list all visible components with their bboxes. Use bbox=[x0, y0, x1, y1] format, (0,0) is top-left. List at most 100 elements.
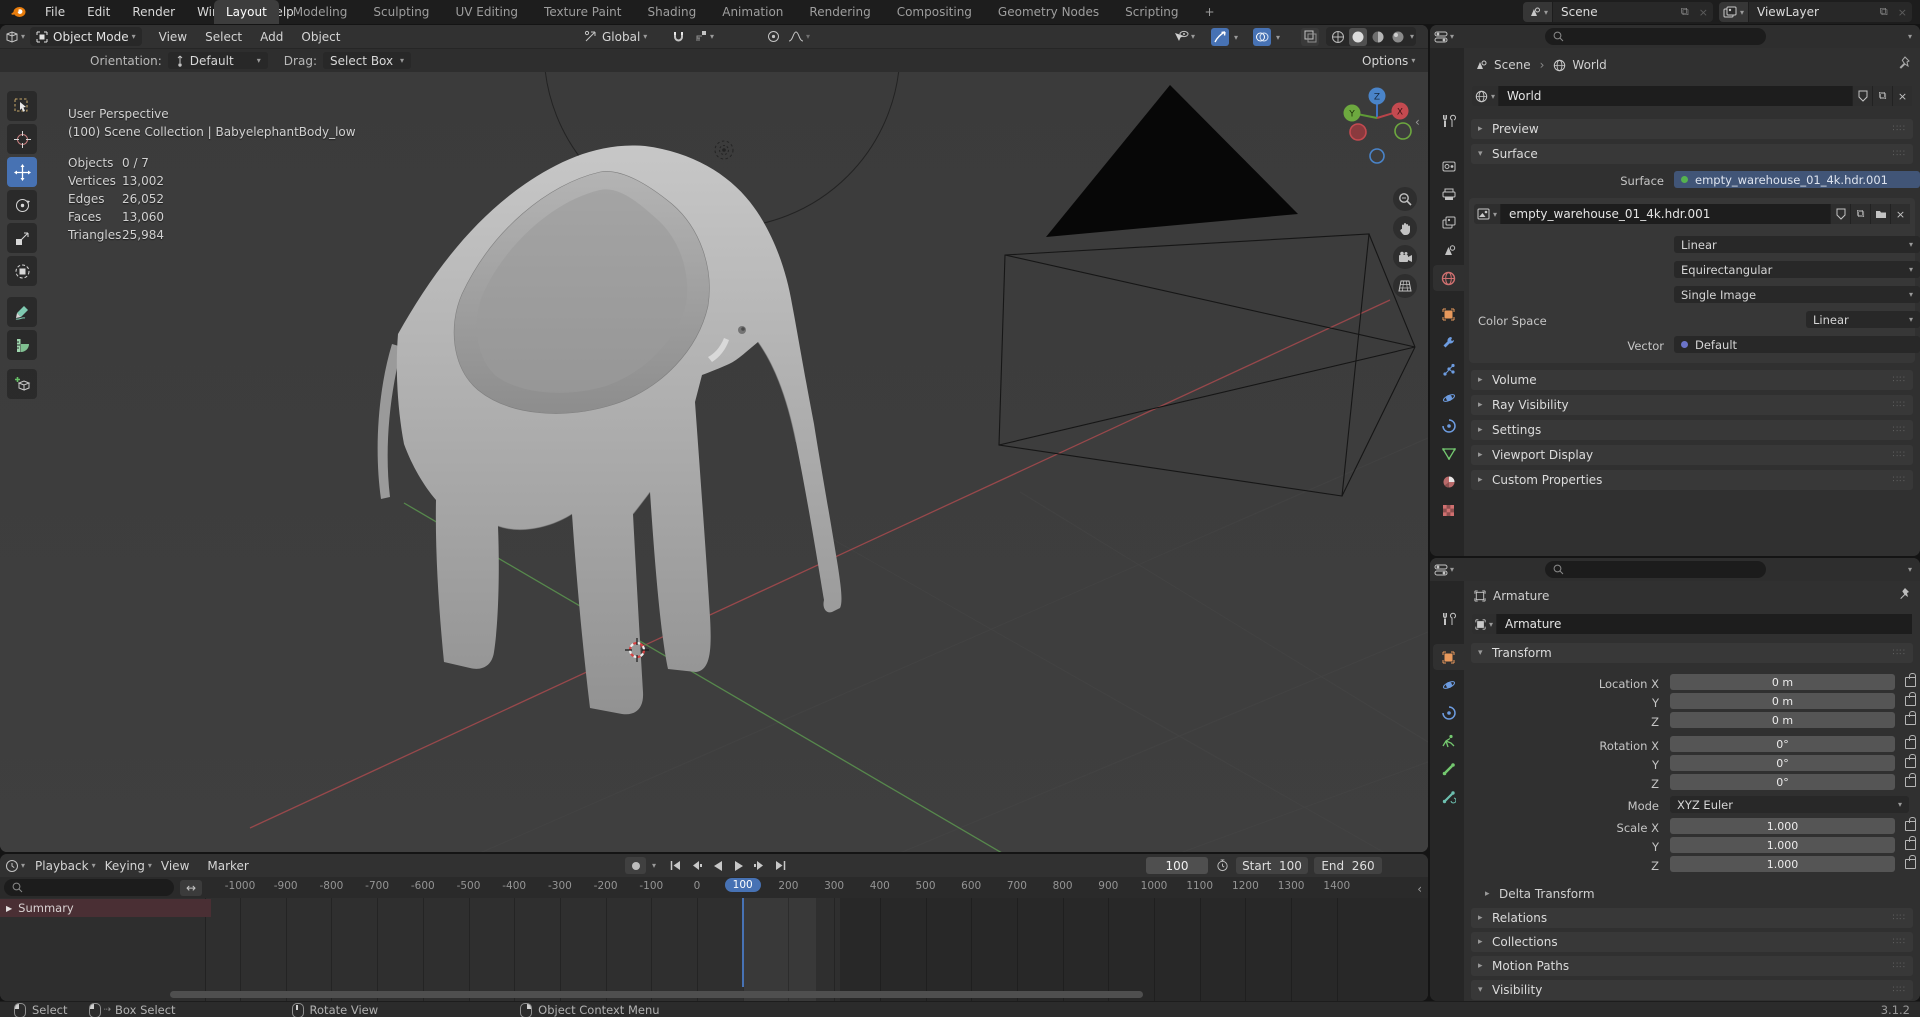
world-datablock-icon[interactable]: ▾ bbox=[1472, 86, 1500, 106]
ruler-tick[interactable]: 1100 bbox=[1186, 880, 1213, 892]
current-frame-field[interactable]: 100 bbox=[1146, 857, 1208, 874]
ruler-tick[interactable]: 0 bbox=[694, 880, 701, 892]
play-reverse-button[interactable] bbox=[707, 857, 728, 874]
tool-add-cube[interactable] bbox=[7, 369, 37, 399]
viewlayer-icon[interactable]: ▾ bbox=[1719, 2, 1750, 22]
proportional-falloff-dropdown[interactable]: ▾ bbox=[788, 28, 810, 46]
tab-bone[interactable] bbox=[1433, 756, 1464, 782]
panel-ray-visibility[interactable]: ▸ Ray Visibility ∷∷ bbox=[1471, 395, 1913, 415]
camera-view-icon[interactable] bbox=[1393, 245, 1417, 269]
shading-material-button[interactable] bbox=[1369, 28, 1387, 46]
tool-annotate[interactable] bbox=[7, 297, 37, 327]
panel-collections[interactable]: ▸ Collections ∷∷ bbox=[1471, 932, 1913, 952]
gizmo-y-neg-axis[interactable] bbox=[1394, 122, 1412, 140]
tab-render[interactable] bbox=[1433, 153, 1464, 179]
ruler-tick[interactable]: -700 bbox=[365, 880, 389, 892]
location-z-field[interactable]: 0 m bbox=[1670, 712, 1895, 728]
tab-scripting[interactable]: Scripting bbox=[1113, 0, 1190, 24]
lock-icon[interactable] bbox=[1905, 855, 1916, 869]
viewlayer-selector[interactable]: ▾ ViewLayer ⧉ × bbox=[1719, 2, 1912, 22]
breadcrumb-scene[interactable]: Scene bbox=[1494, 58, 1531, 72]
object-name-field[interactable]: Armature bbox=[1497, 614, 1912, 634]
tool-rotate[interactable] bbox=[7, 190, 37, 220]
frame-start-field[interactable]: Start 100 bbox=[1236, 857, 1308, 874]
mode-selector[interactable]: Object Mode ▾ bbox=[30, 27, 142, 46]
ruler-tick[interactable]: -500 bbox=[457, 880, 481, 892]
object-datablock-icon[interactable]: ▾ bbox=[1472, 614, 1498, 634]
unlink-icon[interactable]: × bbox=[1892, 86, 1912, 106]
lock-icon[interactable] bbox=[1905, 773, 1916, 787]
ruler-tick[interactable]: -900 bbox=[274, 880, 298, 892]
viewport-menu-select[interactable]: Select bbox=[196, 30, 251, 44]
pan-hand-icon[interactable] bbox=[1393, 216, 1417, 240]
panel-volume[interactable]: ▸ Volume ∷∷ bbox=[1471, 370, 1913, 390]
rotation-z-field[interactable]: 0° bbox=[1670, 774, 1895, 790]
panel-settings[interactable]: ▸ Settings ∷∷ bbox=[1471, 420, 1913, 440]
show-overlays-toggle[interactable] bbox=[1253, 27, 1271, 46]
tab-tool[interactable] bbox=[1433, 108, 1464, 134]
ruler-tick[interactable]: -800 bbox=[319, 880, 343, 892]
tool-transform[interactable] bbox=[7, 256, 37, 286]
panel-visibility[interactable]: ▾ Visibility ∷∷ bbox=[1471, 980, 1913, 1000]
world-name-field[interactable]: World bbox=[1499, 86, 1852, 106]
shading-wireframe-button[interactable] bbox=[1329, 28, 1347, 46]
tab-object[interactable] bbox=[1433, 301, 1464, 327]
viewport-menu-add[interactable]: Add bbox=[251, 30, 292, 44]
frame-end-field[interactable]: End 260 bbox=[1314, 857, 1382, 874]
viewport-menu-view[interactable]: View bbox=[150, 30, 196, 44]
jump-next-keyframe-button[interactable] bbox=[749, 857, 770, 874]
tab-physics[interactable] bbox=[1433, 385, 1464, 411]
color-space-dropdown[interactable]: Linear ▾ bbox=[1806, 311, 1920, 328]
pin-icon[interactable] bbox=[1898, 56, 1910, 69]
surface-shader-field[interactable]: empty_warehouse_01_4k.hdr.001 bbox=[1674, 171, 1920, 188]
image-datablock-icon[interactable]: ▾ bbox=[1474, 204, 1502, 224]
viewport-canvas[interactable] bbox=[0, 72, 1428, 852]
scale-y-field[interactable]: 1.000 bbox=[1670, 837, 1895, 853]
ruler-tick[interactable]: 400 bbox=[870, 880, 890, 892]
blender-logo-icon[interactable] bbox=[0, 0, 34, 24]
scale-z-field[interactable]: 1.000 bbox=[1670, 856, 1895, 872]
breadcrumb-world[interactable]: World bbox=[1572, 58, 1606, 72]
snap-magnet-icon[interactable] bbox=[669, 28, 687, 46]
ruler-tick[interactable]: 500 bbox=[915, 880, 935, 892]
ruler-tick[interactable]: -100 bbox=[639, 880, 663, 892]
tool-scale[interactable] bbox=[7, 223, 37, 253]
lock-icon[interactable] bbox=[1905, 735, 1916, 749]
tab-bone-constraints[interactable] bbox=[1433, 784, 1464, 810]
tab-tool[interactable] bbox=[1433, 606, 1464, 632]
ruler-tick[interactable]: -400 bbox=[502, 880, 526, 892]
shading-rendered-button[interactable] bbox=[1389, 28, 1407, 46]
xray-toggle[interactable] bbox=[1301, 27, 1319, 46]
tab-animation[interactable]: Animation bbox=[710, 0, 795, 24]
tab-sculpting[interactable]: Sculpting bbox=[361, 0, 441, 24]
ortho-toggle-icon[interactable] bbox=[1393, 274, 1417, 298]
ruler-tick[interactable]: 900 bbox=[1098, 880, 1118, 892]
tab-geometry-nodes[interactable]: Geometry Nodes bbox=[986, 0, 1111, 24]
tab-uv-editing[interactable]: UV Editing bbox=[443, 0, 530, 24]
ruler-tick[interactable]: 100 bbox=[724, 878, 761, 892]
timeline-collapse-icon[interactable]: ‹ bbox=[1417, 882, 1422, 896]
ruler-tick[interactable]: 1200 bbox=[1232, 880, 1259, 892]
tab-world[interactable] bbox=[1433, 265, 1464, 291]
rotation-x-field[interactable]: 0° bbox=[1670, 736, 1895, 752]
tab-compositing[interactable]: Compositing bbox=[885, 0, 984, 24]
scene-selector[interactable]: ▾ Scene ⧉ × bbox=[1523, 2, 1713, 22]
copy-icon[interactable]: ⧉ bbox=[1676, 5, 1694, 19]
menu-edit[interactable]: Edit bbox=[76, 0, 121, 24]
open-folder-icon[interactable] bbox=[1870, 204, 1890, 224]
tool-select-box[interactable] bbox=[7, 91, 37, 121]
editor-type-icon[interactable]: ▾ bbox=[1434, 28, 1454, 46]
copy-icon[interactable]: ⧉ bbox=[1872, 86, 1892, 106]
panel-preview[interactable]: ▸ Preview ∷∷ bbox=[1471, 119, 1913, 139]
proportional-editing-icon[interactable] bbox=[764, 28, 782, 46]
show-gizmo-toggle[interactable] bbox=[1211, 27, 1229, 46]
copy-icon[interactable]: ⧉ bbox=[1875, 5, 1893, 19]
panel-relations[interactable]: ▸ Relations ∷∷ bbox=[1471, 908, 1913, 928]
lock-icon[interactable] bbox=[1905, 692, 1916, 706]
options-dropdown[interactable]: Options ▾ bbox=[1362, 54, 1415, 68]
rotation-mode-dropdown[interactable]: XYZ Euler ▾ bbox=[1670, 796, 1909, 813]
tab-texture[interactable] bbox=[1433, 497, 1464, 523]
tab-constraints[interactable] bbox=[1433, 413, 1464, 439]
channel-search[interactable] bbox=[4, 879, 174, 896]
panel-viewport-display[interactable]: ▸ Viewport Display ∷∷ bbox=[1471, 445, 1913, 465]
